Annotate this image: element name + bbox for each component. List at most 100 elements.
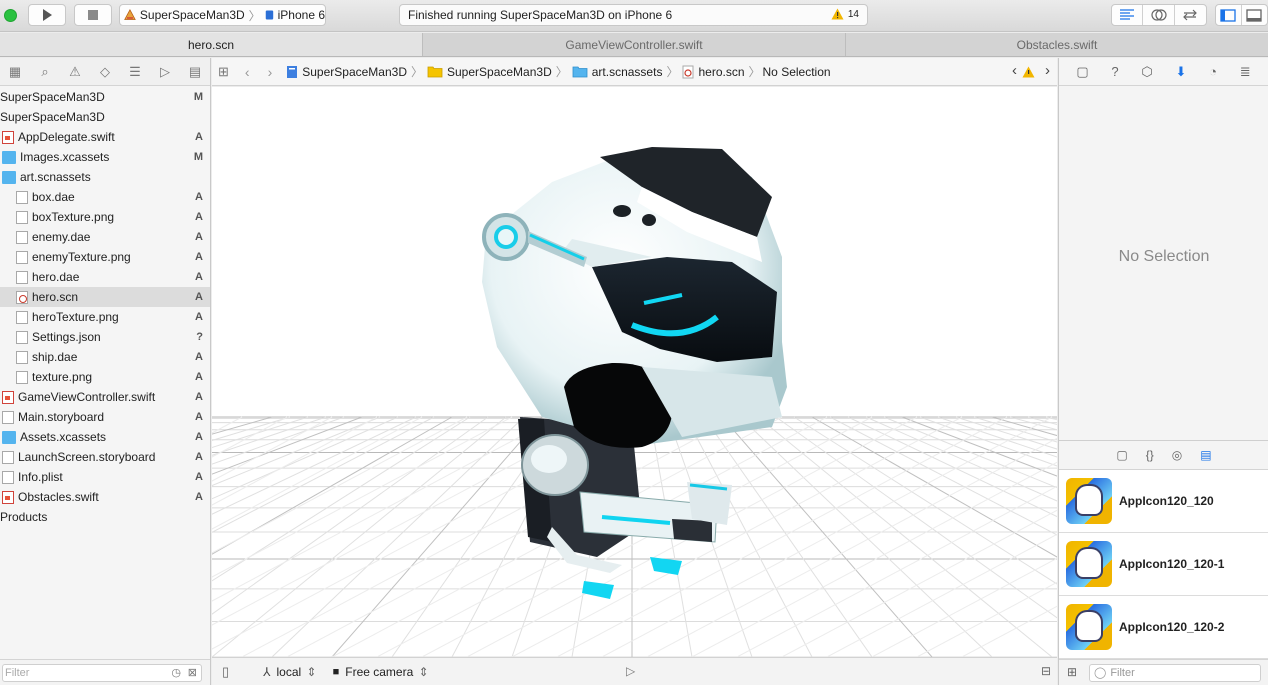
file-tree-row[interactable]: AppDelegate.swift A	[0, 127, 210, 147]
tab-obstacles-swift[interactable]: Obstacles.swift	[846, 33, 1268, 56]
breadcrumb: SuperSpaceMan3D 〉 SuperSpaceMan3D 〉 art.…	[286, 63, 831, 80]
file-tree-row[interactable]: Info.plist A	[0, 467, 210, 487]
file-tree-label: hero.dae	[32, 270, 80, 284]
warning-icon[interactable]	[1022, 66, 1035, 78]
file-tree-row[interactable]: enemyTexture.png A	[0, 247, 210, 267]
hero-model[interactable]	[482, 147, 787, 599]
toggle-library-icon[interactable]: ⊟	[1041, 664, 1051, 678]
breadcrumb-folder[interactable]: art.scnassets	[592, 65, 663, 79]
forward-button[interactable]: ›	[268, 64, 273, 80]
coordinate-space-popup[interactable]: local ⇕	[277, 665, 317, 679]
material-inspector-icon[interactable]: ◔	[1209, 64, 1217, 79]
test-icon[interactable]: ◇	[90, 64, 120, 80]
zoom-window-button[interactable]	[4, 9, 17, 22]
file-tree-label: SuperSpaceMan3D	[0, 90, 105, 104]
grid-view-icon[interactable]: ⊞	[1067, 665, 1077, 679]
file-tree-row[interactable]: hero.dae A	[0, 267, 210, 287]
file-tree-row[interactable]: hero.scn A	[0, 287, 210, 307]
scene-inspector-icon[interactable]: ≣	[1240, 64, 1251, 80]
run-button[interactable]	[28, 4, 66, 26]
file-tree-row[interactable]: SuperSpaceMan3D	[0, 107, 210, 127]
node-inspector-icon[interactable]: ⬡	[1141, 64, 1152, 80]
panel-toggle-segmented	[1215, 4, 1268, 26]
project-file-icon	[287, 65, 298, 78]
file-tree-row[interactable]: Main.storyboard A	[0, 407, 210, 427]
camera-popup[interactable]: Free camera ⇕	[345, 665, 428, 679]
file-tree-row[interactable]: heroTexture.png A	[0, 307, 210, 327]
search-icon[interactable]: ⌕	[30, 64, 60, 80]
file-icon	[16, 330, 28, 344]
warning-icon[interactable]: ⚠	[60, 64, 90, 80]
toggle-navigator-button[interactable]	[1216, 5, 1242, 25]
help-icon[interactable]: ?	[1111, 64, 1118, 79]
library-item[interactable]: AppIcon120_120-2	[1059, 596, 1268, 659]
library-filter-input[interactable]: ◯ Filter	[1089, 663, 1261, 682]
standard-editor-button[interactable]	[1112, 5, 1144, 25]
breadcrumb-group[interactable]: SuperSpaceMan3D	[447, 65, 552, 79]
breadcrumb-project[interactable]: SuperSpaceMan3D	[302, 65, 407, 79]
file-template-icon[interactable]: ▢	[1116, 448, 1127, 462]
file-tree-label: Main.storyboard	[18, 410, 105, 424]
debug-icon[interactable]: ☰	[120, 64, 150, 80]
version-editor-button[interactable]	[1175, 5, 1206, 25]
library-item[interactable]: AppIcon120_120-1	[1059, 533, 1268, 596]
media-library-icon[interactable]: ▤	[1200, 448, 1211, 462]
navigator-selector-bar: ▦ ⌕ ⚠ ◇ ☰ ▷ ▤	[0, 58, 210, 86]
file-tree-row[interactable]: GameViewController.swift A	[0, 387, 210, 407]
file-tree-row[interactable]: texture.png A	[0, 367, 210, 387]
file-tree-row[interactable]: enemy.dae A	[0, 227, 210, 247]
next-issue-button[interactable]: ›	[1045, 62, 1050, 79]
code-snippet-icon[interactable]: {}	[1146, 448, 1154, 462]
scm-status-badge: A	[195, 231, 203, 243]
attributes-inspector-icon[interactable]: ⬇	[1175, 64, 1186, 80]
file-tree-row[interactable]: box.dae A	[0, 187, 210, 207]
breadcrumb-selection[interactable]: No Selection	[763, 65, 831, 79]
scheme-selector[interactable]: SuperSpaceMan3D 〉 iPhone 6	[119, 4, 326, 26]
assistant-editor-button[interactable]	[1143, 5, 1175, 25]
assistant-icon	[1150, 9, 1167, 21]
file-tree-label: LaunchScreen.storyboard	[18, 450, 156, 464]
file-tree-row[interactable]: Assets.xcassets A	[0, 427, 210, 447]
breakpoint-icon[interactable]: ▷	[150, 64, 180, 80]
file-tree-row[interactable]: Obstacles.swift A	[0, 487, 210, 507]
prev-issue-button[interactable]: ‹	[1012, 62, 1017, 79]
file-tree-row[interactable]: Images.xcassets M	[0, 147, 210, 167]
folder-icon	[2, 430, 16, 444]
breadcrumb-file[interactable]: hero.scn	[698, 65, 744, 79]
scm-status-badge: A	[195, 411, 203, 423]
coordinate-space-icon: ⅄	[263, 664, 271, 679]
object-library-icon[interactable]: ◎	[1172, 448, 1182, 462]
tab-label: hero.scn	[187, 37, 235, 52]
toggle-debug-area-button[interactable]	[1242, 5, 1267, 25]
file-tree-label: GameViewController.swift	[18, 390, 156, 404]
outline-toggle-icon[interactable]: ▯	[222, 664, 229, 680]
report-icon[interactable]: ▤	[180, 64, 210, 80]
file-tree-row[interactable]: SuperSpaceMan3D M	[0, 87, 210, 107]
tab-hero-scn[interactable]: hero.scn	[0, 33, 423, 56]
scene-editor-viewport[interactable]	[212, 87, 1057, 657]
file-tree-row[interactable]: ship.dae A	[0, 347, 210, 367]
file-tree-row[interactable]: art.scnassets	[0, 167, 210, 187]
tab-gameviewcontroller-swift[interactable]: GameViewController.swift	[423, 33, 846, 56]
file-tree-row[interactable]: Products	[0, 507, 210, 527]
navigator-filter-input[interactable]: Filter ◷ ⊠	[2, 663, 202, 682]
related-items-icon[interactable]: ⊞	[218, 64, 229, 80]
file-tree-row[interactable]: Settings.json?	[0, 327, 210, 347]
scm-filter-icon[interactable]: ⊠	[188, 666, 197, 679]
recent-files-icon[interactable]: ◷	[171, 666, 181, 679]
scm-status-badge: A	[195, 271, 203, 283]
back-button[interactable]: ‹	[245, 64, 250, 80]
storyboard-icon	[2, 410, 14, 424]
play-scene-icon[interactable]: ▷	[626, 664, 635, 678]
library-item[interactable]: AppIcon120_120	[1059, 470, 1268, 533]
warnings-indicator[interactable]: 14	[831, 8, 859, 20]
library-selector-bar: ▢ {} ◎ ▤	[1059, 440, 1268, 470]
scene-canvas[interactable]	[212, 87, 1057, 657]
file-tree-row[interactable]: boxTexture.png A	[0, 207, 210, 227]
stop-button[interactable]	[74, 4, 112, 26]
folder-icon	[427, 66, 443, 78]
file-inspector-icon[interactable]: ▢	[1076, 64, 1088, 80]
coordinate-space-label: local	[276, 664, 302, 679]
folder-icon[interactable]: ▦	[0, 64, 30, 80]
file-tree-row[interactable]: LaunchScreen.storyboard A	[0, 447, 210, 467]
